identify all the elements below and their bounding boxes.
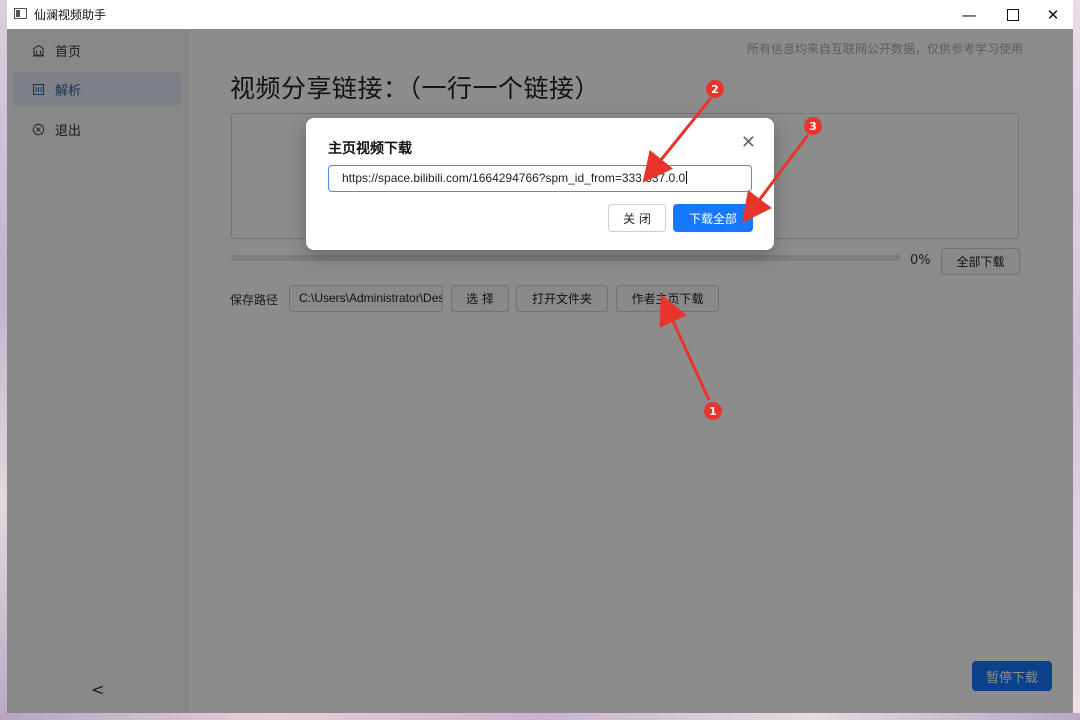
- dialog-title: 主页视频下载: [328, 141, 412, 157]
- homepage-url-input[interactable]: https://space.bilibili.com/1664294766?sp…: [328, 165, 752, 192]
- dialog-close-button[interactable]: 关 闭: [608, 204, 666, 232]
- desktop-background-bottom: [0, 713, 1080, 720]
- maximize-icon: [1007, 8, 1019, 21]
- desktop-background-right: [1073, 0, 1080, 720]
- minimize-icon: —: [961, 5, 977, 24]
- minimize-button[interactable]: —: [947, 0, 991, 29]
- close-icon[interactable]: ✕: [741, 132, 756, 153]
- title-bar: 仙澜视频助手 — ✕: [7, 0, 1073, 30]
- dialog-download-all-button[interactable]: 下载全部: [673, 204, 753, 232]
- text-cursor: [686, 171, 688, 184]
- close-window-button[interactable]: ✕: [1031, 0, 1073, 29]
- app-icon: [14, 8, 27, 19]
- maximize-button[interactable]: [991, 0, 1035, 29]
- close-icon: ✕: [1046, 5, 1060, 24]
- window-title: 仙澜视频助手: [34, 8, 107, 22]
- homepage-url-value: https://space.bilibili.com/1664294766?sp…: [342, 171, 686, 185]
- homepage-download-dialog: 主页视频下载 ✕ https://space.bilibili.com/1664…: [306, 118, 774, 250]
- desktop-background-left: [0, 0, 7, 720]
